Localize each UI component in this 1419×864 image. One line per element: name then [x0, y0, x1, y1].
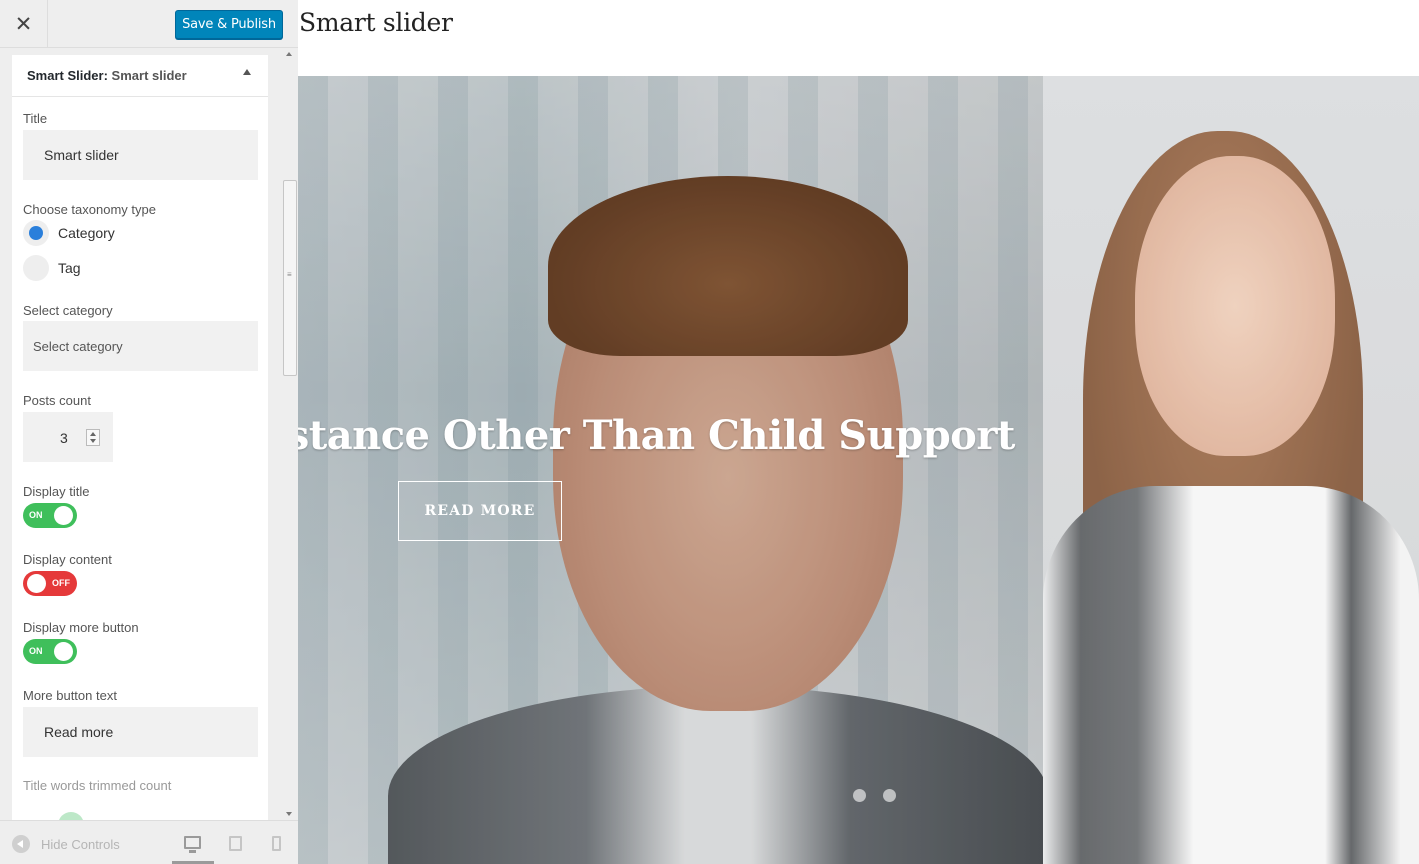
mobile-icon[interactable] — [272, 836, 281, 851]
category-select[interactable]: Select category — [23, 321, 258, 371]
preview-title: Smart slider — [299, 8, 453, 37]
radio-tag-label: Tag — [58, 260, 81, 276]
close-icon: ✕ — [14, 12, 33, 36]
slide-image-woman — [1043, 76, 1419, 864]
section-prefix: Smart Slider: — [27, 68, 108, 83]
toggle-state: ON — [29, 646, 43, 656]
display-more-label: Display more button — [23, 620, 139, 635]
category-label: Select category — [23, 303, 113, 318]
display-title-label: Display title — [23, 484, 90, 499]
display-content-label: Display content — [23, 552, 112, 567]
scrollbar-thumb[interactable]: ≡ — [283, 180, 297, 376]
number-spinner[interactable] — [86, 429, 100, 446]
more-text-label: More button text — [23, 688, 117, 703]
display-content-toggle[interactable]: OFF — [23, 571, 77, 596]
radio-tag[interactable] — [23, 255, 49, 281]
radio-category-label: Category — [58, 225, 115, 241]
spinner-down-icon[interactable] — [90, 439, 96, 443]
posts-count-label: Posts count — [23, 393, 91, 408]
customizer-footer: Hide Controls — [0, 820, 298, 864]
radio-category[interactable] — [23, 220, 49, 246]
grip-icon: ≡ — [287, 270, 292, 279]
hide-controls-button[interactable]: Hide Controls — [12, 835, 120, 853]
posts-count-value: 3 — [60, 430, 68, 446]
taxonomy-label: Choose taxonomy type — [23, 202, 156, 217]
slide-overlay — [298, 76, 1043, 864]
scroll-up-icon[interactable] — [286, 52, 292, 56]
display-more-toggle[interactable]: ON — [23, 639, 77, 664]
customizer-header: ✕ Save & Publish — [0, 0, 298, 48]
collapse-icon — [12, 835, 30, 853]
toggle-knob — [27, 574, 46, 593]
partial-toggle[interactable] — [58, 812, 84, 820]
posts-count-input[interactable]: 3 — [23, 412, 113, 462]
display-title-toggle[interactable]: ON — [23, 503, 77, 528]
read-more-button[interactable]: READ MORE — [398, 481, 562, 541]
save-publish-button[interactable]: Save & Publish — [175, 10, 283, 39]
section-header[interactable]: Smart Slider: Smart slider — [12, 55, 268, 97]
desktop-icon[interactable] — [184, 836, 201, 853]
collapse-arrow-icon[interactable] — [243, 69, 251, 75]
title-input[interactable]: Smart slider — [23, 130, 258, 180]
toggle-state: OFF — [52, 578, 70, 588]
close-button[interactable]: ✕ — [0, 0, 48, 48]
slide-image-man — [298, 76, 1048, 864]
slide-fade — [1043, 76, 1419, 864]
tablet-icon[interactable] — [229, 836, 242, 851]
slide-caption: istance Other Than Child Support — [298, 412, 1015, 459]
section-name: Smart slider — [111, 68, 187, 83]
customizer-sidebar: ✕ Save & Publish Smart Slider: Smart sli… — [0, 0, 298, 864]
toggle-knob — [54, 506, 73, 525]
spinner-up-icon[interactable] — [90, 432, 96, 436]
site-preview: Smart slider istance Other Than Child Su… — [298, 0, 1419, 864]
widget-panel: Smart Slider: Smart slider Title Smart s… — [12, 55, 268, 820]
toggle-state: ON — [29, 510, 43, 520]
toggle-knob — [54, 642, 73, 661]
slider-dot-1[interactable] — [853, 789, 866, 802]
scroll-down-icon[interactable] — [286, 812, 292, 816]
title-label: Title — [23, 111, 48, 126]
trim-label: Title words trimmed count — [23, 778, 172, 793]
more-text-input[interactable]: Read more — [23, 707, 258, 757]
sidebar-scrollbar[interactable]: ≡ — [281, 48, 298, 820]
slider-dot-2[interactable] — [883, 789, 896, 802]
smart-slider[interactable]: istance Other Than Child Support READ MO… — [298, 76, 1419, 864]
hide-controls-label: Hide Controls — [41, 836, 120, 852]
